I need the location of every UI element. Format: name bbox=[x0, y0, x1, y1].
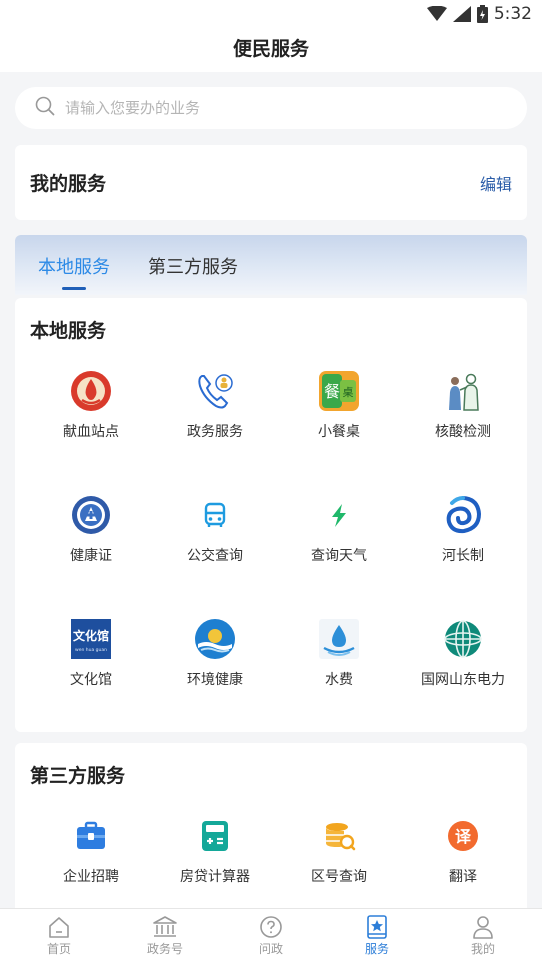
coin-search-icon bbox=[318, 815, 360, 857]
service-government[interactable]: 政务服务 bbox=[153, 370, 277, 441]
nav-services[interactable]: 服务 bbox=[337, 915, 417, 957]
service-label: 献血站点 bbox=[63, 424, 119, 440]
water-drop-icon bbox=[318, 618, 360, 660]
signal-icon bbox=[452, 6, 471, 22]
nav-profile[interactable]: 我的 bbox=[443, 915, 523, 957]
service-label: 企业招聘 bbox=[63, 869, 119, 885]
active-tab-indicator bbox=[62, 287, 86, 290]
local-services-card: 本地服务 献血站点 政务服务 餐桌 小餐桌 核酸检测 健康证 公交查询 查询天气… bbox=[15, 298, 527, 732]
nav-home[interactable]: 首页 bbox=[19, 915, 99, 957]
status-icons: 5:32 bbox=[426, 4, 532, 24]
health-certificate-icon bbox=[70, 494, 112, 536]
svg-text:餐: 餐 bbox=[324, 382, 340, 401]
service-label: 政务服务 bbox=[187, 424, 243, 440]
service-label: 小餐桌 bbox=[318, 424, 360, 440]
culture-center-icon: 文化馆 wen hua guan bbox=[70, 618, 112, 660]
service-river-chief[interactable]: 河长制 bbox=[401, 494, 525, 565]
nav-label: 服务 bbox=[364, 942, 389, 956]
tab-third-party-services[interactable]: 第三方服务 bbox=[148, 253, 238, 279]
svg-text:译: 译 bbox=[455, 827, 472, 846]
third-party-services-title: 第三方服务 bbox=[30, 765, 126, 787]
svg-text:wen hua guan: wen hua guan bbox=[75, 647, 107, 653]
bus-icon bbox=[194, 494, 236, 536]
service-label: 公交查询 bbox=[187, 548, 243, 564]
nav-label: 政务号 bbox=[146, 942, 183, 956]
local-services-title: 本地服务 bbox=[30, 320, 107, 342]
service-label: 核酸检测 bbox=[435, 424, 491, 440]
government-building-icon bbox=[125, 915, 205, 939]
status-bar: 5:32 bbox=[0, 0, 542, 28]
phone-service-icon bbox=[194, 370, 236, 412]
bottom-nav: 首页 政务号 问政 服务 我的 bbox=[0, 908, 542, 962]
nav-label: 问政 bbox=[258, 942, 283, 956]
service-label: 河长制 bbox=[442, 548, 484, 564]
lightning-icon bbox=[318, 494, 360, 536]
battery-icon bbox=[476, 5, 488, 23]
service-star-icon bbox=[337, 915, 417, 939]
home-icon bbox=[19, 915, 99, 939]
search-input[interactable] bbox=[65, 99, 485, 117]
wifi-icon bbox=[426, 6, 447, 22]
service-culture-center[interactable]: 文化馆 wen hua guan 文化馆 bbox=[29, 618, 153, 689]
service-label: 查询天气 bbox=[311, 548, 367, 564]
service-translate[interactable]: 译 翻译 bbox=[401, 815, 525, 886]
nav-label: 我的 bbox=[470, 942, 495, 956]
nucleic-acid-test-icon bbox=[442, 370, 484, 412]
service-environment-health[interactable]: 环境健康 bbox=[153, 618, 277, 689]
search-icon bbox=[35, 96, 55, 120]
edit-button[interactable]: 编辑 bbox=[480, 171, 512, 195]
svg-text:桌: 桌 bbox=[343, 386, 354, 399]
service-health-certificate[interactable]: 健康证 bbox=[29, 494, 153, 565]
svg-text:文化馆: 文化馆 bbox=[73, 628, 109, 643]
service-area-code[interactable]: 区号查询 bbox=[277, 815, 401, 886]
my-services-card: 我的服务 编辑 bbox=[15, 145, 527, 220]
service-label: 国网山东电力 bbox=[421, 672, 505, 688]
service-tabs: 本地服务 第三方服务 bbox=[15, 235, 527, 295]
small-dining-table-icon: 餐桌 bbox=[318, 370, 360, 412]
river-swirl-icon bbox=[442, 494, 484, 536]
service-recruitment[interactable]: 企业招聘 bbox=[29, 815, 153, 886]
user-icon bbox=[443, 915, 523, 939]
clock: 5:32 bbox=[493, 4, 532, 24]
service-blood-donation[interactable]: 献血站点 bbox=[29, 370, 153, 441]
service-label: 翻译 bbox=[449, 869, 477, 885]
service-label: 环境健康 bbox=[187, 672, 243, 688]
service-weather[interactable]: 查询天气 bbox=[277, 494, 401, 565]
service-small-dining[interactable]: 餐桌 小餐桌 bbox=[277, 370, 401, 441]
question-icon bbox=[231, 915, 311, 939]
my-services-title: 我的服务 bbox=[30, 173, 107, 195]
nav-inquiry[interactable]: 问政 bbox=[231, 915, 311, 957]
service-label: 文化馆 bbox=[70, 672, 112, 688]
briefcase-icon bbox=[70, 815, 112, 857]
blood-donation-icon bbox=[70, 370, 112, 412]
page-title: 便民服务 bbox=[0, 28, 542, 72]
tab-local-services[interactable]: 本地服务 bbox=[38, 253, 110, 279]
calculator-icon bbox=[194, 815, 236, 857]
search-bar[interactable] bbox=[15, 87, 527, 129]
service-water-fee[interactable]: 水费 bbox=[277, 618, 401, 689]
state-grid-icon bbox=[442, 618, 484, 660]
service-nucleic-acid-test[interactable]: 核酸检测 bbox=[401, 370, 525, 441]
service-state-grid[interactable]: 国网山东电力 bbox=[401, 618, 525, 689]
environment-health-icon bbox=[194, 618, 236, 660]
service-mortgage-calculator[interactable]: 房贷计算器 bbox=[153, 815, 277, 886]
service-label: 健康证 bbox=[70, 548, 112, 564]
nav-government-account[interactable]: 政务号 bbox=[125, 915, 205, 957]
nav-label: 首页 bbox=[46, 942, 71, 956]
service-label: 区号查询 bbox=[311, 869, 367, 885]
translate-icon: 译 bbox=[442, 815, 484, 857]
service-bus[interactable]: 公交查询 bbox=[153, 494, 277, 565]
third-party-services-card: 第三方服务 企业招聘 房贷计算器 区号查询 译 翻译 bbox=[15, 743, 527, 913]
service-label: 房贷计算器 bbox=[180, 869, 250, 885]
service-label: 水费 bbox=[325, 672, 353, 688]
